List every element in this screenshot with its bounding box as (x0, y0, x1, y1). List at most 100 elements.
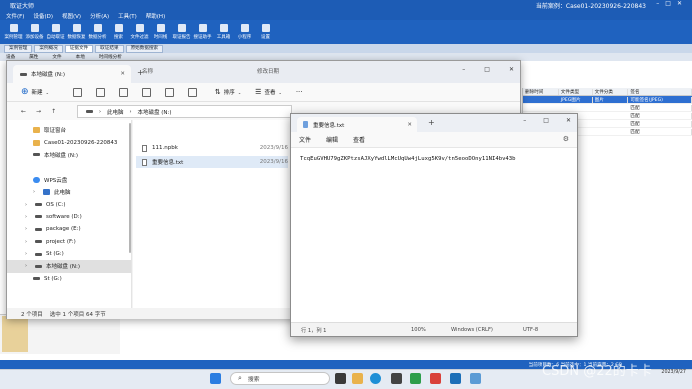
app-icon[interactable] (450, 373, 461, 384)
task-view-icon[interactable] (335, 373, 346, 384)
toolbar-button-6[interactable]: 文件过滤 (129, 20, 150, 44)
app-tab-2[interactable]: 证据文件 (64, 44, 94, 53)
start-icon[interactable] (210, 373, 221, 384)
app-icon[interactable] (391, 373, 402, 384)
menu-edit[interactable]: 编辑 (326, 135, 338, 144)
file-row-selected[interactable]: 重要信息.txt 2023/9/16 (136, 156, 288, 168)
sidebar-item[interactable]: WPS云盘 (7, 174, 131, 186)
toolbar-button-12[interactable]: 设置 (255, 20, 276, 44)
share-icon[interactable] (164, 87, 174, 97)
sidebar-item[interactable]: › 此电脑 (7, 186, 131, 198)
sidebar-item[interactable]: › 本地磁盘 (N:) (7, 260, 131, 273)
view-button[interactable]: ☰ 查看 ⌄ (255, 88, 282, 96)
app-icon[interactable] (430, 373, 441, 384)
back-arrow-icon[interactable]: ← (21, 108, 26, 115)
app-tab-4[interactable]: 原始数据搜索 (125, 44, 164, 53)
app-menu-item-5[interactable]: 帮助(H) (146, 12, 165, 20)
copy-icon[interactable] (95, 87, 105, 97)
close-tab-icon[interactable]: ✕ (407, 122, 412, 128)
toolbar-button-7[interactable]: 时间线 (150, 20, 171, 44)
cut-icon[interactable] (72, 87, 82, 97)
expand-chevron-icon[interactable]: › (25, 202, 31, 208)
app-tab-0[interactable]: 案例管理 (4, 44, 33, 53)
edge-icon[interactable] (370, 373, 381, 384)
app-window-controls[interactable]: –□✕ (656, 0, 688, 7)
toolbar-button-5[interactable]: 搜索 (108, 20, 129, 44)
app-menu-item-4[interactable]: 工具(T) (118, 12, 137, 20)
toolbar-button-2[interactable]: 自动取证 (45, 20, 66, 44)
minimize-button[interactable]: – (462, 66, 465, 73)
grid-row[interactable]: 匹配 (523, 104, 692, 112)
menu-file[interactable]: 文件 (299, 135, 311, 144)
sidebar-item[interactable]: › software (D:) (7, 211, 131, 223)
toolbar-button-9[interactable]: 搜证助手 (192, 20, 213, 44)
sidebar-item[interactable]: › OS (C:) (7, 198, 131, 210)
breadcrumb-0[interactable]: 此电脑 (107, 108, 124, 116)
breadcrumb-1[interactable]: 本地磁盘 (N:) (138, 108, 172, 116)
toolbar-button-4[interactable]: 数据分析 (87, 20, 108, 44)
toolbar-button-3[interactable]: 数据恢复 (66, 20, 87, 44)
notepad-text-area[interactable]: TcqEuGVHU79gZKPtzsAJXyYwdlLMcUqUw4jLuxg5… (291, 147, 577, 322)
gear-icon[interactable]: ⚙ (563, 135, 569, 143)
menu-view[interactable]: 查看 (353, 135, 365, 144)
taskbar-search[interactable]: ⌕ 搜索 (230, 372, 330, 385)
app-icon[interactable] (410, 373, 421, 384)
preview-thumbnail[interactable] (2, 316, 28, 352)
app-tab-3[interactable]: 取证结果 (95, 44, 124, 53)
close-button[interactable]: ✕ (566, 117, 571, 124)
new-button[interactable]: ⊕ 新建 ⌄ (21, 87, 49, 97)
rename-icon[interactable] (141, 87, 151, 97)
sidebar-item[interactable] (7, 161, 131, 173)
app-tab-1[interactable]: 案例概况 (34, 44, 63, 53)
system-tray-clock[interactable]: 2023/9/27 (661, 370, 686, 376)
toolbar-button-8[interactable]: 取证报告 (171, 20, 192, 44)
expand-chevron-icon[interactable]: › (33, 189, 39, 195)
expand-chevron-icon[interactable]: › (25, 251, 31, 257)
paste-icon[interactable] (118, 87, 128, 97)
grid-header-cell[interactable]: 文件分类 (593, 88, 629, 95)
forward-arrow-icon[interactable]: → (36, 108, 41, 115)
app-menu-item-0[interactable]: 文件(F) (6, 12, 24, 20)
toolbar-button-11[interactable]: 小程序 (234, 20, 255, 44)
sidebar-item[interactable]: › project (F:) (7, 236, 131, 248)
minimize-button[interactable]: – (523, 117, 526, 124)
maximize-button[interactable]: □ (543, 117, 549, 124)
notepad-tab[interactable]: 重要信息.txt ✕ (297, 117, 417, 132)
sidebar-item[interactable]: St (G:) (7, 273, 131, 285)
file-row[interactable]: 111.npbk 2023/9/16 (136, 142, 288, 154)
sidebar-item[interactable]: 取证窗台 (7, 124, 131, 136)
new-tab-button[interactable]: + (428, 118, 435, 127)
grid-header-cell[interactable]: 文件类型 (559, 88, 593, 95)
file-explorer-icon[interactable] (352, 373, 363, 384)
toolbar-button-1[interactable]: 添加设备 (24, 20, 45, 44)
expand-chevron-icon[interactable]: › (25, 263, 31, 269)
delete-icon[interactable] (187, 87, 197, 97)
more-icon[interactable]: ··· (296, 88, 303, 96)
grid-header-cell[interactable]: 删除时间 (523, 88, 559, 95)
close-tab-icon[interactable]: ✕ (120, 71, 125, 77)
explorer-tab[interactable]: 本地磁盘 (N:) ✕ (13, 65, 131, 83)
app-menu-item-2[interactable]: 视图(V) (62, 12, 81, 20)
navigation-scrollbar[interactable] (129, 123, 131, 253)
maximize-button[interactable]: □ (484, 66, 490, 73)
app-menu-item-3[interactable]: 分析(A) (90, 12, 109, 20)
sidebar-item[interactable]: › St (G:) (7, 248, 131, 260)
app-menu-item-1[interactable]: 设备(D) (33, 12, 53, 20)
close-button[interactable]: ✕ (509, 66, 514, 73)
grid-header-cell[interactable]: 签名 (628, 88, 692, 95)
notepad-taskbar-icon[interactable] (470, 373, 481, 384)
expand-chevron-icon[interactable]: › (25, 226, 31, 232)
column-name[interactable]: 名称 (142, 67, 153, 75)
toolbar-button-10[interactable]: 工具箱 (213, 20, 234, 44)
column-date[interactable]: 修改日期 (257, 67, 279, 75)
up-arrow-icon[interactable]: ↑ (51, 108, 56, 115)
sidebar-item[interactable]: › package (E:) (7, 223, 131, 235)
toolbar-button-0[interactable]: 案例管理 (3, 20, 24, 44)
sidebar-item[interactable]: 本地磁盘 (N:) (7, 149, 131, 161)
expand-chevron-icon[interactable]: › (25, 214, 31, 220)
expand-chevron-icon[interactable]: › (25, 239, 31, 245)
sort-button[interactable]: ⇅ 排序 ⌄ (215, 88, 241, 96)
grid-row[interactable]: JPEG图片 图片 可能签名(JPEG) (523, 96, 692, 104)
address-bar[interactable]: › 此电脑 › 本地磁盘 (N:) (77, 105, 292, 118)
sidebar-item[interactable]: Case01-20230926-220843 (7, 136, 131, 148)
